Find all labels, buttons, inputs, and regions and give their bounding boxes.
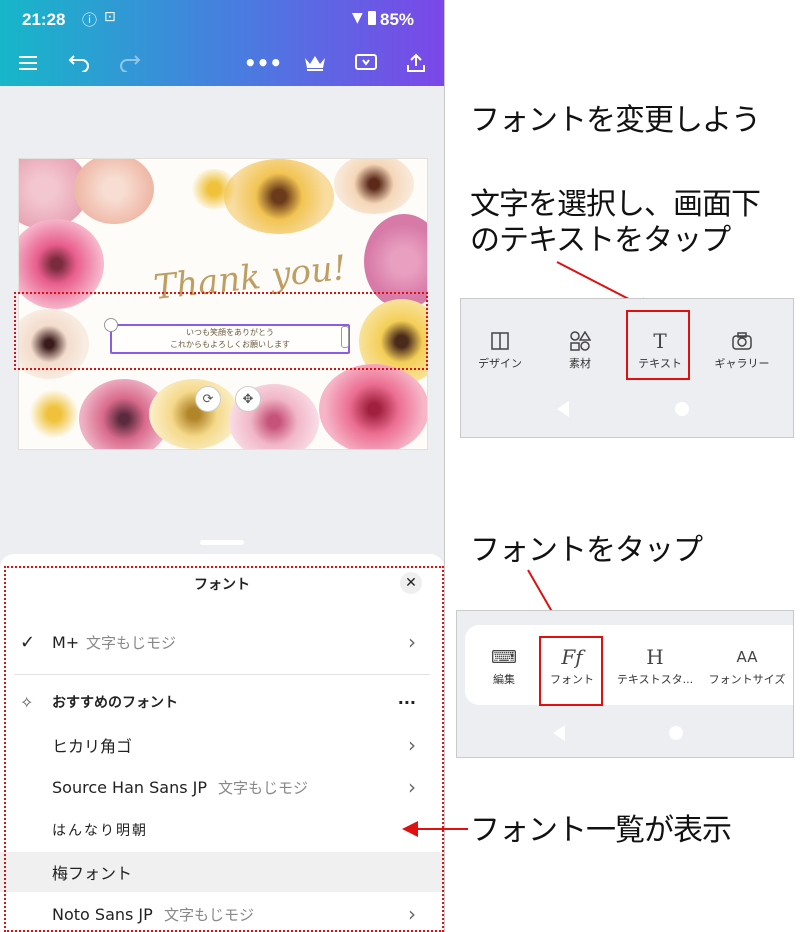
- keyboard-icon: ⌨: [491, 646, 517, 668]
- font-size-button-label: フォントサイズ: [708, 673, 786, 686]
- font-size-button[interactable]: AA フォントサイズ: [705, 643, 789, 687]
- elements-tab-label: 素材: [569, 357, 591, 370]
- highlight-text-button: [626, 310, 690, 380]
- font-size-icon: AA: [736, 648, 758, 666]
- design-tab-label: デザイン: [478, 357, 522, 370]
- shapes-icon: [545, 327, 615, 355]
- nav-back-icon[interactable]: [553, 725, 565, 741]
- edit-button[interactable]: ⌨ 編集: [469, 643, 539, 687]
- elements-tab[interactable]: 素材: [545, 327, 615, 371]
- nav-back-icon[interactable]: [557, 401, 569, 417]
- text-style-button[interactable]: H テキストスタ...: [615, 643, 695, 687]
- gallery-tab[interactable]: ギャラリー: [707, 327, 777, 371]
- gallery-tab-label: ギャラリー: [714, 357, 770, 370]
- nav-home-icon[interactable]: [675, 402, 689, 416]
- highlight-font-button: [539, 636, 603, 706]
- edit-button-label: 編集: [493, 673, 515, 686]
- camera-icon: [707, 327, 777, 355]
- heading-icon: H: [646, 645, 664, 669]
- text-style-button-label: テキストスタ...: [616, 673, 694, 686]
- nav-home-icon[interactable]: [669, 726, 683, 740]
- text-menu-panel: ⌨ 編集 Ff フォント H テキストスタ... AA フォントサイズ: [456, 610, 794, 758]
- annotation-arrows: [402, 261, 654, 837]
- layout-icon: [465, 327, 535, 355]
- design-tab[interactable]: デザイン: [465, 327, 535, 371]
